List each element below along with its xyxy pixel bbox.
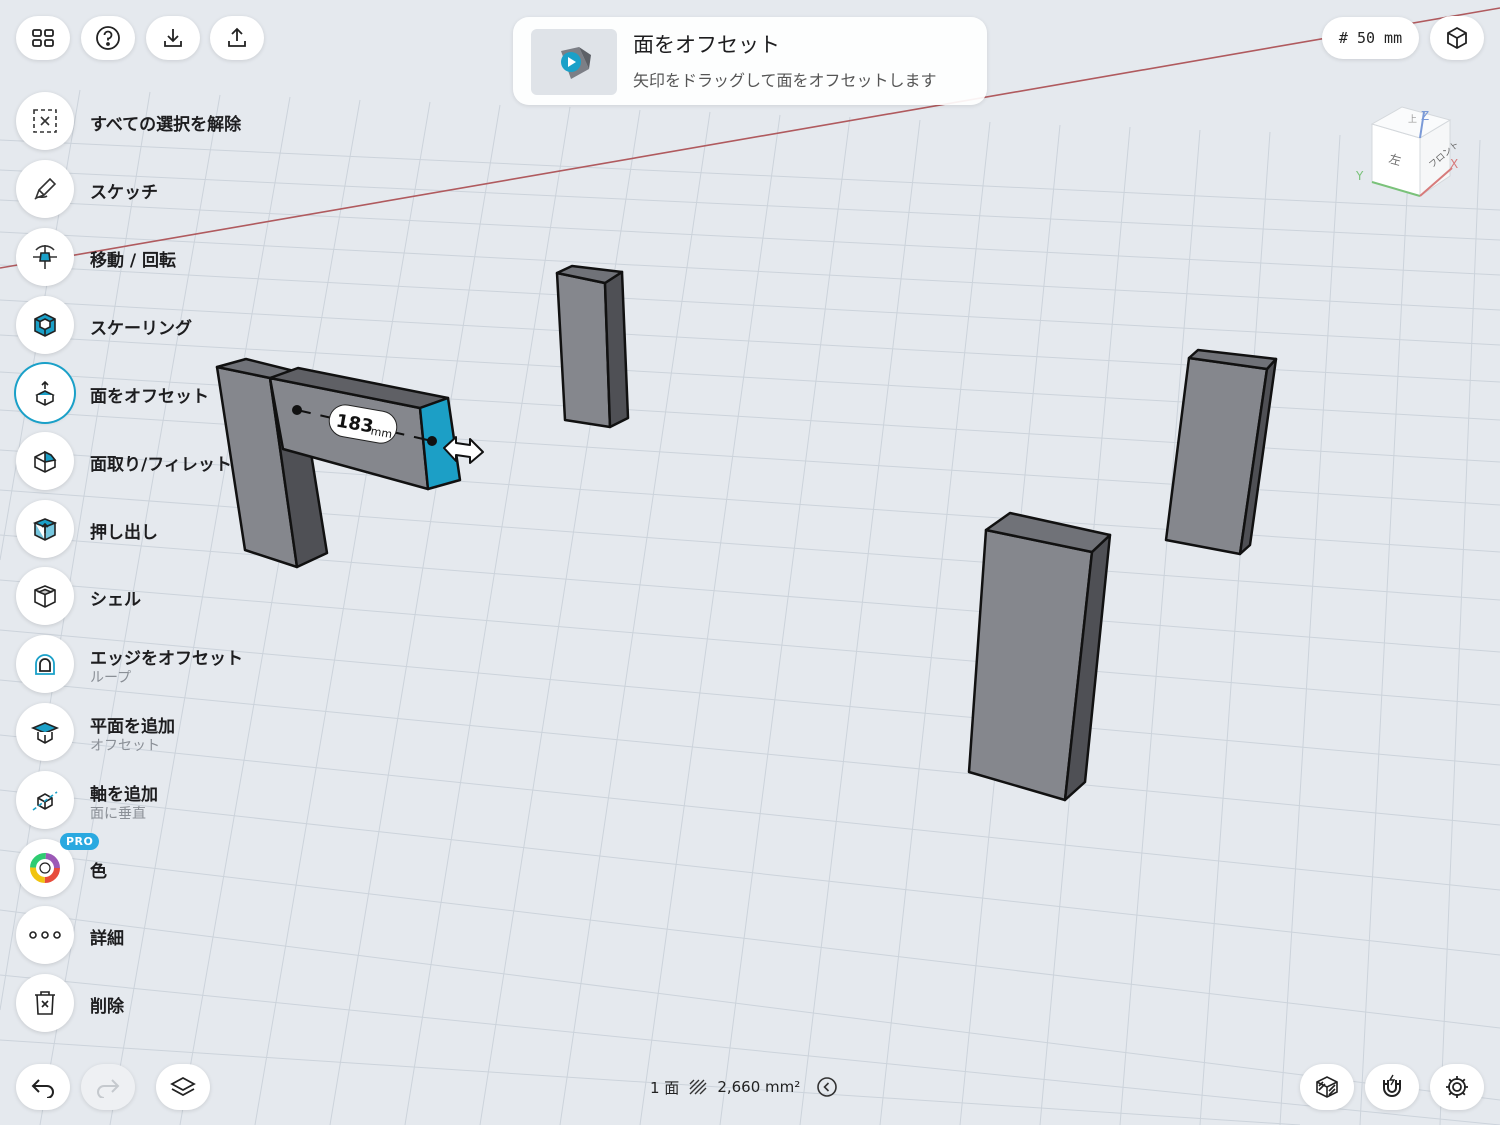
tool-move-rotate[interactable]: 移動 / 回転: [16, 228, 316, 288]
tool-label: スケーリング: [90, 319, 192, 339]
section-view-button[interactable]: [1300, 1064, 1354, 1110]
grid-icon: [32, 29, 54, 47]
redo-icon: [97, 1079, 120, 1098]
tool-add-plane[interactable]: 平面を追加 オフセット: [16, 703, 316, 763]
axis-x-label: X: [1450, 157, 1458, 171]
tool-label: 押し出し: [90, 523, 158, 543]
edge-offset-icon: [35, 654, 55, 675]
tool-label: 削除: [90, 997, 124, 1017]
tool-sublabel: オフセット: [90, 738, 160, 754]
view-mode-button[interactable]: [1430, 16, 1484, 60]
trash-icon: [35, 991, 55, 1015]
tool-sketch[interactable]: スケッチ: [16, 160, 316, 220]
deselect-icon: [33, 109, 57, 133]
upload-icon: [228, 27, 246, 47]
more-icon: [29, 931, 61, 939]
tool-label: 軸を追加: [90, 785, 158, 805]
download-icon: [164, 29, 182, 47]
hint-video-thumbnail[interactable]: [531, 29, 617, 95]
tool-sublabel: 面に垂直: [90, 806, 146, 822]
tool-offset-face[interactable]: 面をオフセット: [16, 364, 316, 424]
pillar-solid-3[interactable]: [967, 511, 1112, 802]
tool-label: エッジをオフセット: [90, 649, 243, 669]
question-icon: [96, 26, 120, 50]
redo-button[interactable]: [81, 1064, 135, 1110]
chevron-left-circle-icon[interactable]: [816, 1076, 838, 1098]
tool-label: スケッチ: [90, 183, 158, 203]
axis-y-label: Y: [1355, 169, 1364, 183]
export-button[interactable]: [210, 16, 264, 60]
undo-icon: [31, 1079, 54, 1098]
tool-label: 平面を追加: [90, 717, 175, 737]
view-cube-top: 上: [1408, 114, 1417, 125]
tool-label: すべての選択を解除: [90, 115, 242, 135]
section-box-icon: [1316, 1076, 1338, 1098]
tool-color[interactable]: PRO 色: [16, 833, 316, 899]
selection-status: 1 面 2,660 mm²: [650, 1074, 838, 1100]
home-grid-button[interactable]: [16, 16, 70, 60]
add-plane-icon: [30, 722, 60, 744]
shell-icon: [34, 585, 56, 608]
area-value: 2,660 mm²: [717, 1078, 801, 1096]
play-icon: [561, 47, 591, 79]
tool-label: 面取り/フィレット: [90, 455, 232, 475]
add-axis-icon: [32, 791, 58, 811]
move-rotate-icon: [33, 245, 57, 269]
tool-label: 面をオフセット: [90, 387, 209, 407]
offset-face-icon: [35, 380, 55, 406]
grid-size-button[interactable]: # 50 mm: [1322, 17, 1419, 59]
tool-hint-card: 面をオフセット 矢印をドラッグして面をオフセットします: [513, 17, 987, 105]
axis-z-label: Z: [1421, 109, 1429, 123]
tool-extrude[interactable]: 押し出し: [16, 500, 316, 560]
pillar-solid-2[interactable]: [1164, 348, 1278, 556]
pillar-solid-1[interactable]: [555, 264, 630, 429]
tool-edge-offset[interactable]: エッジをオフセット ループ: [16, 635, 316, 695]
snap-button[interactable]: [1365, 1064, 1419, 1110]
tool-label: シェル: [90, 590, 141, 610]
color-wheel-icon: [30, 853, 60, 883]
tool-label: 移動 / 回転: [90, 251, 177, 271]
tool-delete[interactable]: 削除: [16, 974, 316, 1034]
chamfer-icon: [34, 450, 57, 473]
tool-add-axis[interactable]: 軸を追加 面に垂直: [16, 771, 316, 831]
pencil-icon: [34, 177, 57, 200]
extrude-icon: [32, 518, 58, 541]
tool-label: 詳細: [90, 929, 124, 949]
tool-chamfer-fillet[interactable]: 面取り/フィレット: [16, 432, 316, 492]
tool-sublabel: ループ: [90, 670, 132, 686]
undo-button[interactable]: [16, 1064, 70, 1110]
hatch-icon: [689, 1079, 707, 1095]
import-button[interactable]: [146, 16, 200, 60]
magnet-icon: [1383, 1074, 1401, 1097]
hint-title: 面をオフセット: [633, 33, 780, 57]
cube-view-icon: [1447, 26, 1467, 50]
help-button[interactable]: [81, 16, 135, 60]
layers-button[interactable]: [156, 1064, 210, 1110]
layers-icon: [170, 1076, 196, 1097]
hint-subtitle: 矢印をドラッグして面をオフセットします: [633, 71, 937, 90]
tool-scaling[interactable]: スケーリング: [16, 296, 316, 356]
gear-icon: [1446, 1076, 1468, 1098]
settings-button[interactable]: [1430, 1064, 1484, 1110]
tool-more[interactable]: 詳細: [16, 906, 316, 966]
tool-shell[interactable]: シェル: [16, 567, 316, 627]
face-count: 1 面: [650, 1078, 680, 1097]
view-cube[interactable]: 左 フロント 上 X Y Z: [1355, 106, 1461, 197]
tool-label: 色: [90, 862, 107, 882]
pro-badge: PRO: [60, 833, 100, 850]
tool-deselect-all[interactable]: すべての選択を解除: [16, 92, 316, 152]
scale-cube-icon: [34, 313, 56, 337]
